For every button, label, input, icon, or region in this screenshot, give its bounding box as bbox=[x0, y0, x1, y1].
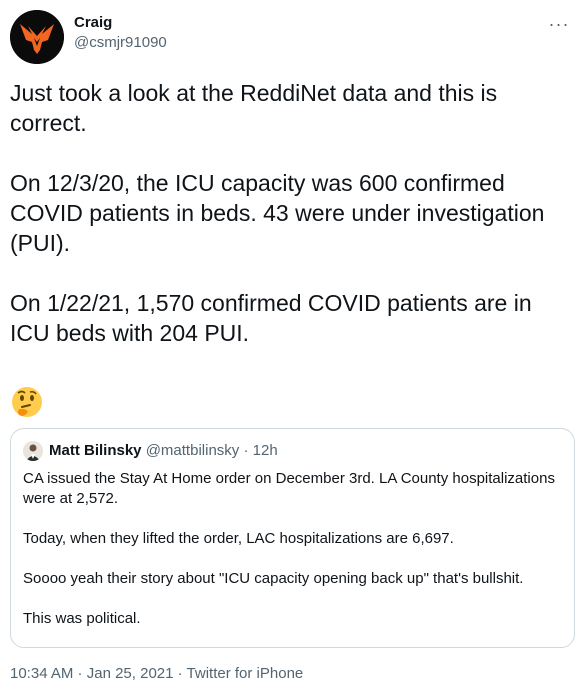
quoted-author-handle: @mattbilinsky bbox=[145, 442, 240, 459]
quoted-tweet-header: Matt Bilinsky @mattbilinsky · 12h bbox=[23, 441, 278, 461]
quoted-separator: · bbox=[239, 442, 252, 459]
tweet-text: Just took a look at the ReddiNet data an… bbox=[10, 80, 545, 346]
author-handle[interactable]: @csmjr91090 bbox=[74, 33, 167, 53]
author-display-name[interactable]: Craig bbox=[74, 13, 167, 33]
quoted-separator-dot: · bbox=[243, 442, 249, 459]
quoted-author-name: Matt Bilinsky bbox=[49, 442, 142, 459]
thinking-face-emoji bbox=[10, 385, 44, 419]
more-options-icon[interactable]: ··· bbox=[547, 14, 571, 34]
quoted-author-avatar bbox=[23, 441, 43, 461]
tweet-date[interactable]: Jan 25, 2021 bbox=[87, 665, 174, 682]
footer-separator-2: · bbox=[173, 665, 187, 682]
author-names: Craig @csmjr91090 bbox=[74, 13, 167, 53]
orange-phoenix-logo-icon bbox=[10, 10, 64, 64]
quoted-tweet[interactable]: Matt Bilinsky @mattbilinsky · 12h CA iss… bbox=[10, 428, 575, 648]
quoted-time: 12h bbox=[252, 442, 278, 459]
tweet-source[interactable]: Twitter for iPhone bbox=[187, 665, 304, 682]
author-avatar[interactable] bbox=[10, 10, 64, 64]
tweet-header: Craig @csmjr91090 ··· bbox=[10, 8, 577, 64]
tweet-footer: 10:34 AM · Jan 25, 2021 · Twitter for iP… bbox=[10, 664, 303, 684]
footer-separator-1: · bbox=[73, 665, 87, 682]
tweet-time[interactable]: 10:34 AM bbox=[10, 665, 73, 682]
quoted-tweet-text: CA issued the Stay At Home order on Dece… bbox=[23, 470, 555, 627]
